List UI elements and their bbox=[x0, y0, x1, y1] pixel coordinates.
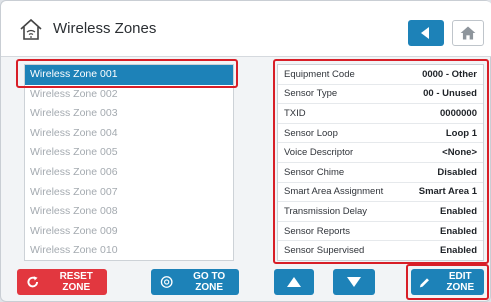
property-row: Transmission Delay Enabled bbox=[278, 202, 483, 222]
reset-zone-label: RESET ZONE bbox=[59, 271, 93, 293]
property-value: Enabled bbox=[440, 225, 477, 237]
property-label: Equipment Code bbox=[284, 68, 355, 80]
property-row: Voice Descriptor <None> bbox=[278, 143, 483, 163]
zone-list-item[interactable]: Wireless Zone 001 bbox=[25, 65, 233, 85]
property-value: Disabled bbox=[437, 166, 477, 178]
zone-list-item[interactable]: Wireless Zone 004 bbox=[25, 124, 233, 144]
arrow-up-icon bbox=[287, 277, 301, 287]
page-title: Wireless Zones bbox=[53, 20, 157, 37]
property-row: Sensor Loop Loop 1 bbox=[278, 124, 483, 144]
zone-list[interactable]: Wireless Zone 001 Wireless Zone 002 Wirele… bbox=[24, 64, 234, 261]
property-row: Sensor Chime Disabled bbox=[278, 163, 483, 183]
property-label: Sensor Reports bbox=[284, 225, 351, 237]
zone-list-item[interactable]: Wireless Zone 006 bbox=[25, 163, 233, 183]
property-value: 0000 - Other bbox=[422, 68, 477, 80]
property-row: TXID 0000000 bbox=[278, 104, 483, 124]
property-row: Sensor Type 00 - Unused bbox=[278, 85, 483, 105]
property-label: Transmission Delay bbox=[284, 205, 368, 217]
back-arrow-icon bbox=[421, 27, 429, 39]
property-row: Sensor Supervised Enabled bbox=[278, 241, 483, 260]
header-bar: Wireless Zones bbox=[1, 1, 491, 57]
go-to-zone-label: GO TO ZONE bbox=[193, 271, 226, 293]
zone-properties: Equipment Code 0000 - Other Sensor Type 00 … bbox=[277, 64, 484, 261]
zone-list-item[interactable]: Wireless Zone 003 bbox=[25, 104, 233, 124]
property-row: Equipment Code 0000 - Other bbox=[278, 65, 483, 85]
zone-list-item[interactable]: Wireless Zone 002 bbox=[25, 85, 233, 105]
scroll-up-button[interactable] bbox=[274, 269, 314, 295]
property-label: Smart Area Assignment bbox=[284, 186, 384, 198]
scroll-down-button[interactable] bbox=[333, 269, 375, 295]
edit-zone-button[interactable]: EDIT ZONE bbox=[411, 269, 484, 295]
property-value: Loop 1 bbox=[445, 127, 477, 139]
zone-list-item[interactable]: Wireless Zone 009 bbox=[25, 222, 233, 242]
property-label: Sensor Loop bbox=[284, 127, 338, 139]
property-label: Sensor Chime bbox=[284, 166, 345, 178]
reset-icon bbox=[27, 276, 39, 288]
target-icon bbox=[160, 276, 173, 288]
property-row: Sensor Reports Enabled bbox=[278, 222, 483, 242]
property-value: Enabled bbox=[440, 245, 477, 257]
zone-list-item[interactable]: Wireless Zone 007 bbox=[25, 183, 233, 203]
go-to-zone-button[interactable]: GO TO ZONE bbox=[151, 269, 239, 295]
home-button[interactable] bbox=[452, 20, 484, 46]
house-wifi-icon bbox=[20, 18, 42, 40]
property-value: 0000000 bbox=[440, 107, 477, 119]
property-value: <None> bbox=[442, 147, 477, 159]
zone-list-item[interactable]: Wireless Zone 005 bbox=[25, 143, 233, 163]
property-row: Smart Area Assignment Smart Area 1 bbox=[278, 183, 483, 203]
property-label: Sensor Supervised bbox=[284, 245, 365, 257]
property-label: TXID bbox=[284, 107, 306, 119]
pencil-icon bbox=[419, 277, 429, 287]
back-button[interactable] bbox=[408, 20, 444, 46]
property-value: Enabled bbox=[440, 205, 477, 217]
property-label: Sensor Type bbox=[284, 88, 338, 100]
arrow-down-icon bbox=[347, 277, 361, 287]
zone-list-item[interactable]: Wireless Zone 008 bbox=[25, 202, 233, 222]
property-label: Voice Descriptor bbox=[284, 147, 354, 159]
property-value: 00 - Unused bbox=[423, 88, 477, 100]
edit-zone-label: EDIT ZONE bbox=[446, 271, 475, 293]
reset-zone-button[interactable]: RESET ZONE bbox=[17, 269, 107, 295]
zone-list-item[interactable]: Wireless Zone 010 bbox=[25, 241, 233, 260]
zones-panel: Wireless Zones Wireless Zone 001 Wireless… bbox=[0, 0, 491, 302]
property-value: Smart Area 1 bbox=[418, 186, 477, 198]
home-icon bbox=[460, 26, 476, 40]
